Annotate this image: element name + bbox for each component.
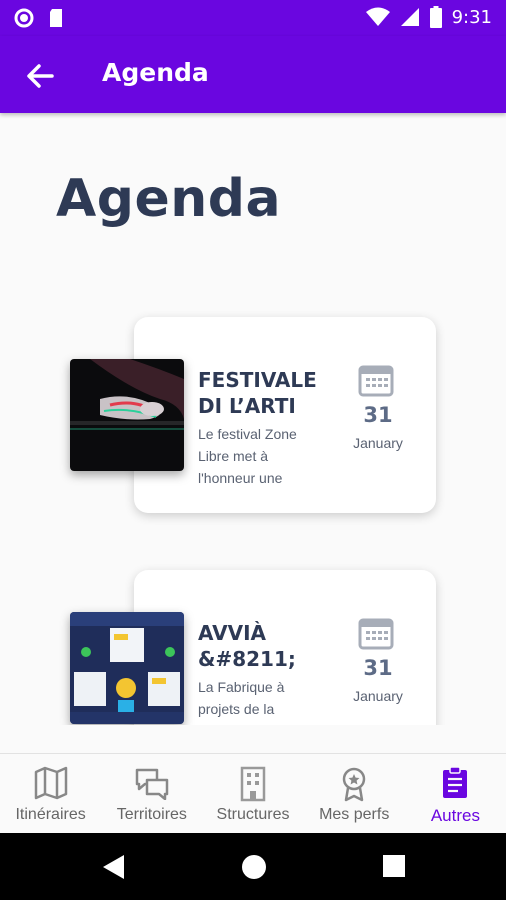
bottom-navigation: Itinéraires Territoires Structures Mes p…: [0, 753, 506, 834]
nav-label: Structures: [216, 806, 290, 823]
event-description: Le festival Zone Libre met à l'honneur u…: [198, 426, 297, 486]
app-bar: Agenda: [0, 36, 506, 113]
status-time: 9:31: [451, 6, 492, 28]
clipboard-icon: [443, 766, 468, 798]
nav-label: Territoires: [116, 806, 187, 823]
nav-label: Mes perfs: [319, 806, 390, 823]
event-image: [70, 359, 184, 471]
sd-card-icon: [50, 9, 62, 27]
event-month: January: [353, 688, 403, 704]
back-triangle-icon[interactable]: [100, 853, 126, 881]
event-card[interactable]: AVVIÀ &#8211; La Fabrique à projets de l…: [70, 570, 436, 725]
event-card[interactable]: FESTIVALE DI L’ARTI Le festival Zone Lib…: [70, 317, 436, 513]
nav-item-structures[interactable]: Structures: [202, 754, 303, 834]
event-day: 31: [363, 403, 393, 427]
map-icon: [34, 766, 67, 800]
notification-circle-icon: [14, 8, 34, 28]
app-bar-title: Agenda: [102, 58, 209, 87]
status-bar: 9:31: [0, 0, 506, 36]
page-title: Agenda: [56, 169, 282, 229]
event-month: January: [353, 435, 403, 451]
nav-label: Itinéraires: [15, 806, 86, 823]
calendar-icon: [358, 365, 394, 397]
arrow-back-icon[interactable]: [22, 58, 58, 94]
calendar-icon: [358, 618, 394, 650]
nav-item-autres[interactable]: Autres: [405, 754, 506, 834]
cell-signal-icon: [400, 8, 419, 26]
nav-item-territoires[interactable]: Territoires: [101, 754, 202, 834]
nav-item-mes-perfs[interactable]: Mes perfs: [304, 754, 405, 834]
battery-icon: [429, 6, 442, 28]
nav-label: Autres: [430, 806, 480, 825]
home-circle-icon[interactable]: [241, 854, 267, 880]
building-icon: [240, 766, 266, 802]
recents-square-icon[interactable]: [383, 855, 405, 877]
medal-icon: [342, 767, 366, 802]
nav-item-itineraires[interactable]: Itinéraires: [0, 754, 101, 834]
agenda-content[interactable]: Agenda FESTIVALE DI L’ARTI Le festival Z…: [0, 113, 506, 725]
wifi-icon: [365, 7, 390, 26]
event-image: [70, 612, 184, 724]
event-title: FESTIVALE DI L’ARTI: [198, 368, 317, 418]
system-navigation-bar: [0, 833, 506, 900]
event-title: AVVIÀ &#8211;: [198, 621, 296, 671]
event-description: La Fabrique à projets de la: [198, 679, 285, 717]
event-day: 31: [363, 656, 393, 680]
chat-icon: [135, 768, 169, 800]
